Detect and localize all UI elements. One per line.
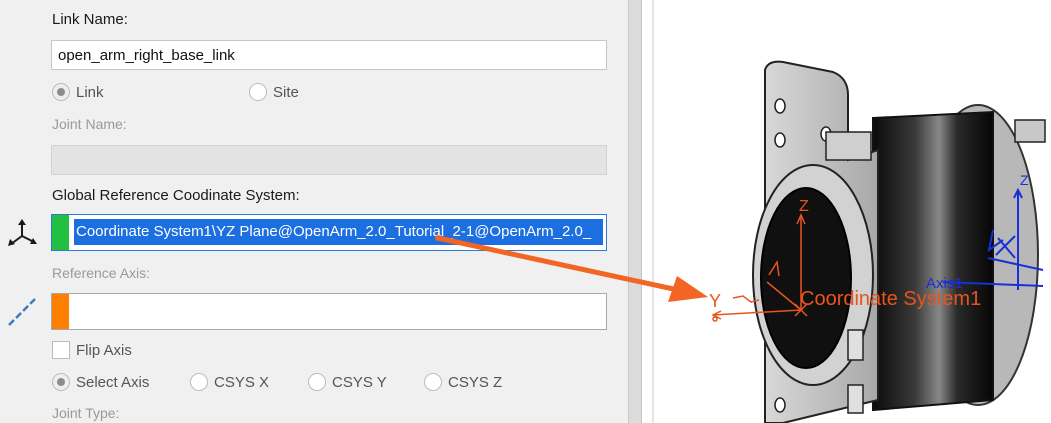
- radio-site[interactable]: Site: [249, 83, 299, 101]
- radio-csys-x[interactable]: CSYS X: [190, 373, 269, 391]
- blue-z-axis-label: Z: [1020, 172, 1029, 188]
- flange-bracket: [825, 131, 872, 161]
- flange-hole: [774, 132, 786, 148]
- global-ref-label: Global Reference Coodinate System:: [52, 187, 300, 204]
- link-name-input[interactable]: open_arm_right_base_link: [51, 40, 607, 70]
- radio-csys-y-indicator: [308, 373, 326, 391]
- radio-site-indicator: [249, 83, 267, 101]
- panel-splitter[interactable]: [628, 0, 642, 423]
- radio-select-axis-indicator: [52, 373, 70, 391]
- motor-fin: [847, 384, 864, 414]
- radio-csys-z[interactable]: CSYS Z: [424, 373, 502, 391]
- axis-icon: [8, 298, 36, 326]
- motor-fin: [847, 329, 864, 361]
- radio-select-axis[interactable]: Select Axis: [52, 373, 149, 391]
- radio-link-label: Link: [76, 83, 104, 101]
- radio-csys-z-label: CSYS Z: [448, 373, 503, 391]
- global-ref-color-tab: [52, 215, 69, 250]
- global-ref-field[interactable]: Coordinate System1\YZ Plane@OpenArm_2.0_…: [51, 214, 607, 251]
- motor-connector: [1014, 119, 1046, 143]
- radio-site-label: Site: [273, 83, 299, 101]
- radio-link-indicator: [52, 83, 70, 101]
- joint-name-label: Joint Name:: [52, 116, 127, 132]
- flip-axis-checkbox[interactable]: Flip Axis: [52, 341, 132, 359]
- flip-axis-label: Flip Axis: [76, 341, 132, 359]
- radio-select-axis-label: Select Axis: [76, 373, 150, 391]
- motor-drum: [872, 110, 994, 412]
- flange-hole: [774, 98, 786, 114]
- link-name-label: Link Name:: [52, 11, 128, 28]
- radio-link[interactable]: Link: [52, 83, 104, 101]
- axis1-label: Axis1: [926, 275, 963, 292]
- radio-csys-x-label: CSYS X: [214, 373, 270, 391]
- flip-axis-box: [52, 341, 70, 359]
- radio-csys-y[interactable]: CSYS Y: [308, 373, 387, 391]
- joint-name-input: [51, 145, 607, 175]
- graphics-viewport[interactable]: Z Y Coordinate System1 Z Axis1: [643, 0, 1051, 423]
- csys-z-axis-label: Z: [799, 198, 809, 215]
- reference-axis-color-tab: [52, 294, 69, 329]
- flange-hole: [774, 397, 786, 413]
- joint-type-label: Joint Type:: [52, 405, 120, 421]
- reference-axis-field[interactable]: [51, 293, 607, 330]
- motor-front-face: [760, 187, 852, 369]
- radio-csys-y-label: CSYS Y: [332, 373, 387, 391]
- global-ref-selected-text[interactable]: Coordinate System1\YZ Plane@OpenArm_2.0_…: [74, 219, 603, 245]
- reference-axis-label: Reference Axis:: [52, 265, 151, 281]
- radio-csys-x-indicator: [190, 373, 208, 391]
- radio-csys-z-indicator: [424, 373, 442, 391]
- coordinate-system-icon: [8, 219, 37, 246]
- viewport-separator: [652, 0, 654, 423]
- cad-model-view: Z Y Coordinate System1 Z Axis1: [652, 0, 1046, 423]
- csys-y-axis-label: Y: [709, 291, 721, 311]
- property-panel: Link Name: open_arm_right_base_link Link…: [0, 0, 628, 423]
